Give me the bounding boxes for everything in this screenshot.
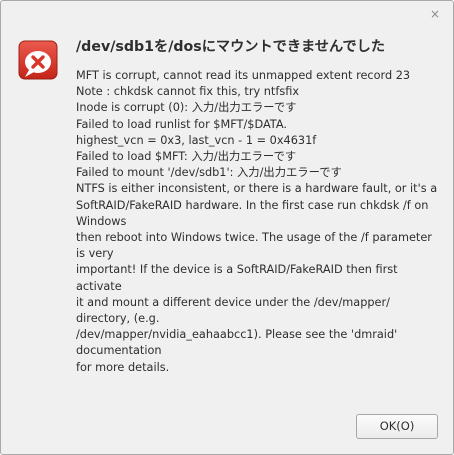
message-line: /dev/mapper/nvidia_eahaabcc1). Please se… [76, 328, 398, 342]
message-line: then reboot into Windows twice. The usag… [76, 231, 432, 245]
close-icon[interactable]: × [427, 6, 443, 22]
error-icon [18, 40, 58, 80]
message-line: activate [76, 279, 122, 293]
message-line: important! If the device is a SoftRAID/F… [76, 263, 398, 277]
message-line: it and mount a different device under th… [76, 295, 390, 309]
message-line: highest_vcn = 0x3, last_vcn - 1 = 0x4631… [76, 133, 317, 147]
message-line: Inode is corrupt (0): 入力/出力エラーです [76, 101, 297, 115]
message-line: directory, (e.g. [76, 312, 160, 326]
message-line: Failed to mount '/dev/sdb1': 入力/出力エラーです [76, 166, 342, 180]
message-line: documentation [76, 344, 162, 358]
message-line: Note : chkdsk cannot fix this, try ntfsf… [76, 85, 300, 99]
message-line: for more details. [76, 360, 170, 374]
error-message: MFT is corrupt, cannot read its unmapped… [76, 68, 448, 376]
message-line: Failed to load runlist for $MFT/$DATA. [76, 117, 287, 131]
message-line: SoftRAID/FakeRAID hardware. In the first… [76, 198, 429, 212]
ok-button[interactable]: OK(O) [356, 414, 438, 439]
error-dialog: × /dev/sdb1を/dosにマウントできませんでした MFT is cor… [0, 0, 454, 455]
dialog-title: /dev/sdb1を/dosにマウントできませんでした [76, 39, 386, 55]
message-line: is very [76, 247, 114, 261]
message-line: Windows [76, 214, 127, 228]
message-line: MFT is corrupt, cannot read its unmapped… [76, 69, 411, 82]
message-line: Failed to load $MFT: 入力/出力エラーです [76, 150, 297, 164]
message-line: NTFS is either inconsistent, or there is… [76, 182, 438, 196]
